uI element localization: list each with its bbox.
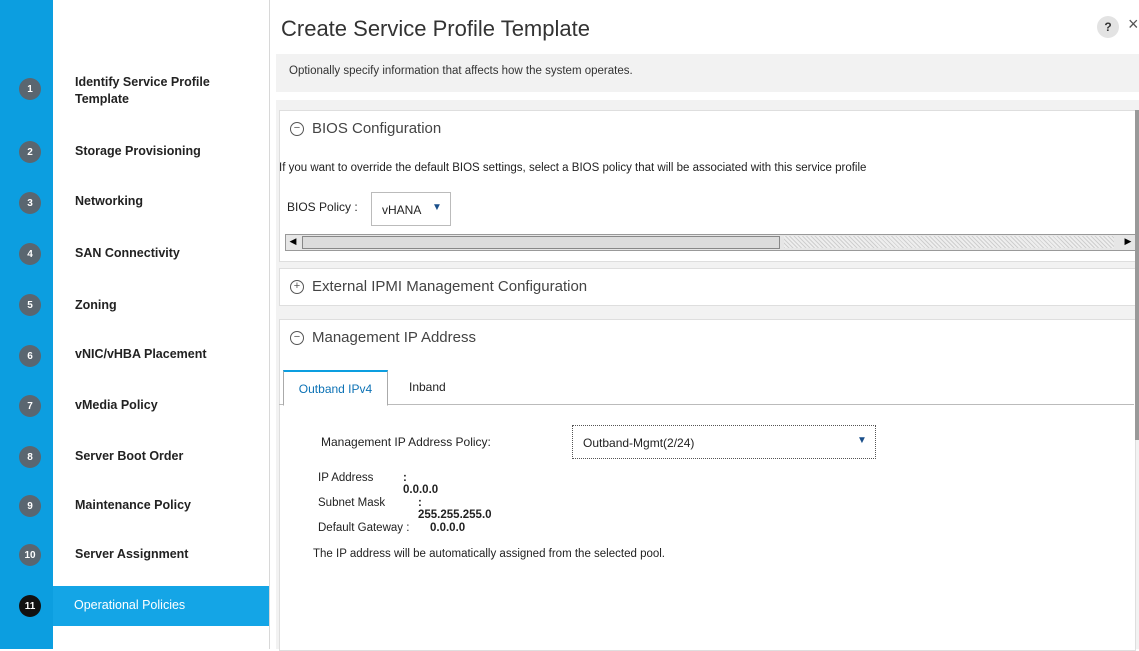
dropdown-arrow-icon: ▼: [857, 435, 867, 446]
description-band: Optionally specify information that affe…: [276, 54, 1139, 92]
default-gateway-row: Default Gateway : 0.0.0.0: [318, 522, 465, 534]
step-networking[interactable]: 3 Networking: [0, 182, 269, 222]
step-maintenance-policy[interactable]: 9 Maintenance Policy: [0, 485, 269, 525]
ip-address-label: IP Address: [318, 472, 374, 484]
step-label: Networking: [75, 194, 144, 208]
help-icon[interactable]: ?: [1097, 16, 1119, 38]
step-operational-policies[interactable]: Operational Policies: [53, 586, 269, 626]
bios-section-header[interactable]: − BIOS Configuration: [290, 120, 441, 137]
pool-note: The IP address will be automatically ass…: [313, 548, 666, 560]
step-server-boot-order[interactable]: 8 Server Boot Order: [0, 436, 269, 476]
dropdown-arrow-icon: ▼: [432, 202, 442, 213]
step-number: 3: [19, 192, 41, 214]
step-label: Server Assignment: [75, 547, 189, 561]
ipmi-section[interactable]: + External IPMI Management Configuration: [279, 268, 1136, 306]
bios-policy-value: vHANA: [382, 203, 422, 217]
step-label: Server Boot Order: [75, 449, 184, 463]
collapse-icon[interactable]: −: [290, 121, 304, 136]
scroll-track[interactable]: [784, 236, 1114, 248]
step-number: 8: [19, 446, 41, 468]
step-number: 5: [19, 294, 41, 316]
step-label: Identify Service Profile Template: [75, 75, 210, 106]
description-text: Optionally specify information that affe…: [289, 65, 633, 77]
mgmt-tab-bar: Outband IPv4 Inband: [279, 370, 1134, 406]
default-gateway-label: Default Gateway :: [318, 522, 410, 534]
step-label: Storage Provisioning: [75, 144, 201, 158]
vertical-scrollbar[interactable]: [1135, 110, 1139, 440]
ip-address-row: IP Address : 0.0.0.0: [318, 472, 438, 496]
mgmt-policy-value: Outband-Mgmt(2/24): [583, 436, 695, 450]
subnet-mask-label: Subnet Mask: [318, 497, 386, 509]
mgmt-policy-label: Management IP Address Policy:: [321, 435, 491, 449]
step-label: SAN Connectivity: [75, 246, 180, 260]
step-label: Zoning: [75, 298, 117, 312]
scroll-right-icon[interactable]: ▶: [1121, 235, 1135, 248]
horizontal-scrollbar[interactable]: ◀ ▶: [285, 234, 1138, 251]
mgmt-heading: Management IP Address: [312, 329, 476, 346]
step-vmedia-policy[interactable]: 7 vMedia Policy: [0, 385, 269, 425]
ipmi-heading: External IPMI Management Configuration: [312, 278, 588, 295]
bios-heading: BIOS Configuration: [312, 120, 442, 137]
bios-policy-select[interactable]: vHANA ▼: [371, 192, 451, 226]
close-icon[interactable]: ×: [1128, 14, 1139, 35]
step-zoning[interactable]: 5 Zoning: [0, 283, 269, 323]
step-number: 4: [19, 243, 41, 265]
step-number: 11: [19, 595, 41, 617]
step-label: Operational Policies: [74, 598, 186, 612]
step-number: 6: [19, 345, 41, 367]
mgmt-policy-select[interactable]: Outband-Mgmt(2/24) ▼: [572, 425, 876, 459]
step-number: 9: [19, 495, 41, 517]
ip-address-value: : 0.0.0.0: [403, 472, 439, 496]
default-gateway-value: 0.0.0.0: [430, 522, 466, 534]
ipmi-section-header[interactable]: + External IPMI Management Configuration: [290, 278, 587, 295]
expand-icon[interactable]: +: [290, 279, 304, 294]
tab-outband-ipv4[interactable]: Outband IPv4: [283, 370, 388, 406]
collapse-icon[interactable]: −: [290, 330, 304, 345]
subnet-mask-value: : 255.255.255.0: [418, 497, 492, 521]
page-title: Create Service Profile Template: [281, 16, 590, 41]
scroll-thumb[interactable]: [302, 236, 780, 249]
step-server-assignment[interactable]: 10 Server Assignment: [0, 534, 269, 574]
step-number: 1: [19, 78, 41, 100]
scroll-left-icon[interactable]: ◀: [286, 235, 300, 248]
mgmt-section-header[interactable]: − Management IP Address: [290, 329, 476, 346]
step-vnic-vhba-placement[interactable]: 6 vNIC/vHBA Placement: [0, 334, 269, 374]
bios-policy-label: BIOS Policy :: [287, 200, 358, 214]
step-label: Maintenance Policy: [75, 498, 192, 512]
step-number: 10: [19, 544, 41, 566]
step-storage-provisioning[interactable]: 2 Storage Provisioning: [0, 131, 269, 171]
bios-description: If you want to override the default BIOS…: [279, 162, 867, 174]
panel-divider: [269, 0, 270, 649]
step-label: vNIC/vHBA Placement: [75, 347, 207, 361]
step-operational-policies-marker: 11: [0, 586, 53, 626]
step-number: 2: [19, 141, 41, 163]
step-label: vMedia Policy: [75, 398, 158, 412]
step-identify-service-profile-template[interactable]: 1 Identify Service Profile Template: [0, 67, 269, 107]
subnet-mask-row: Subnet Mask : 255.255.255.0: [318, 497, 492, 521]
step-number: 7: [19, 395, 41, 417]
step-san-connectivity[interactable]: 4 SAN Connectivity: [0, 233, 269, 273]
tab-inband[interactable]: Inband: [409, 370, 446, 403]
